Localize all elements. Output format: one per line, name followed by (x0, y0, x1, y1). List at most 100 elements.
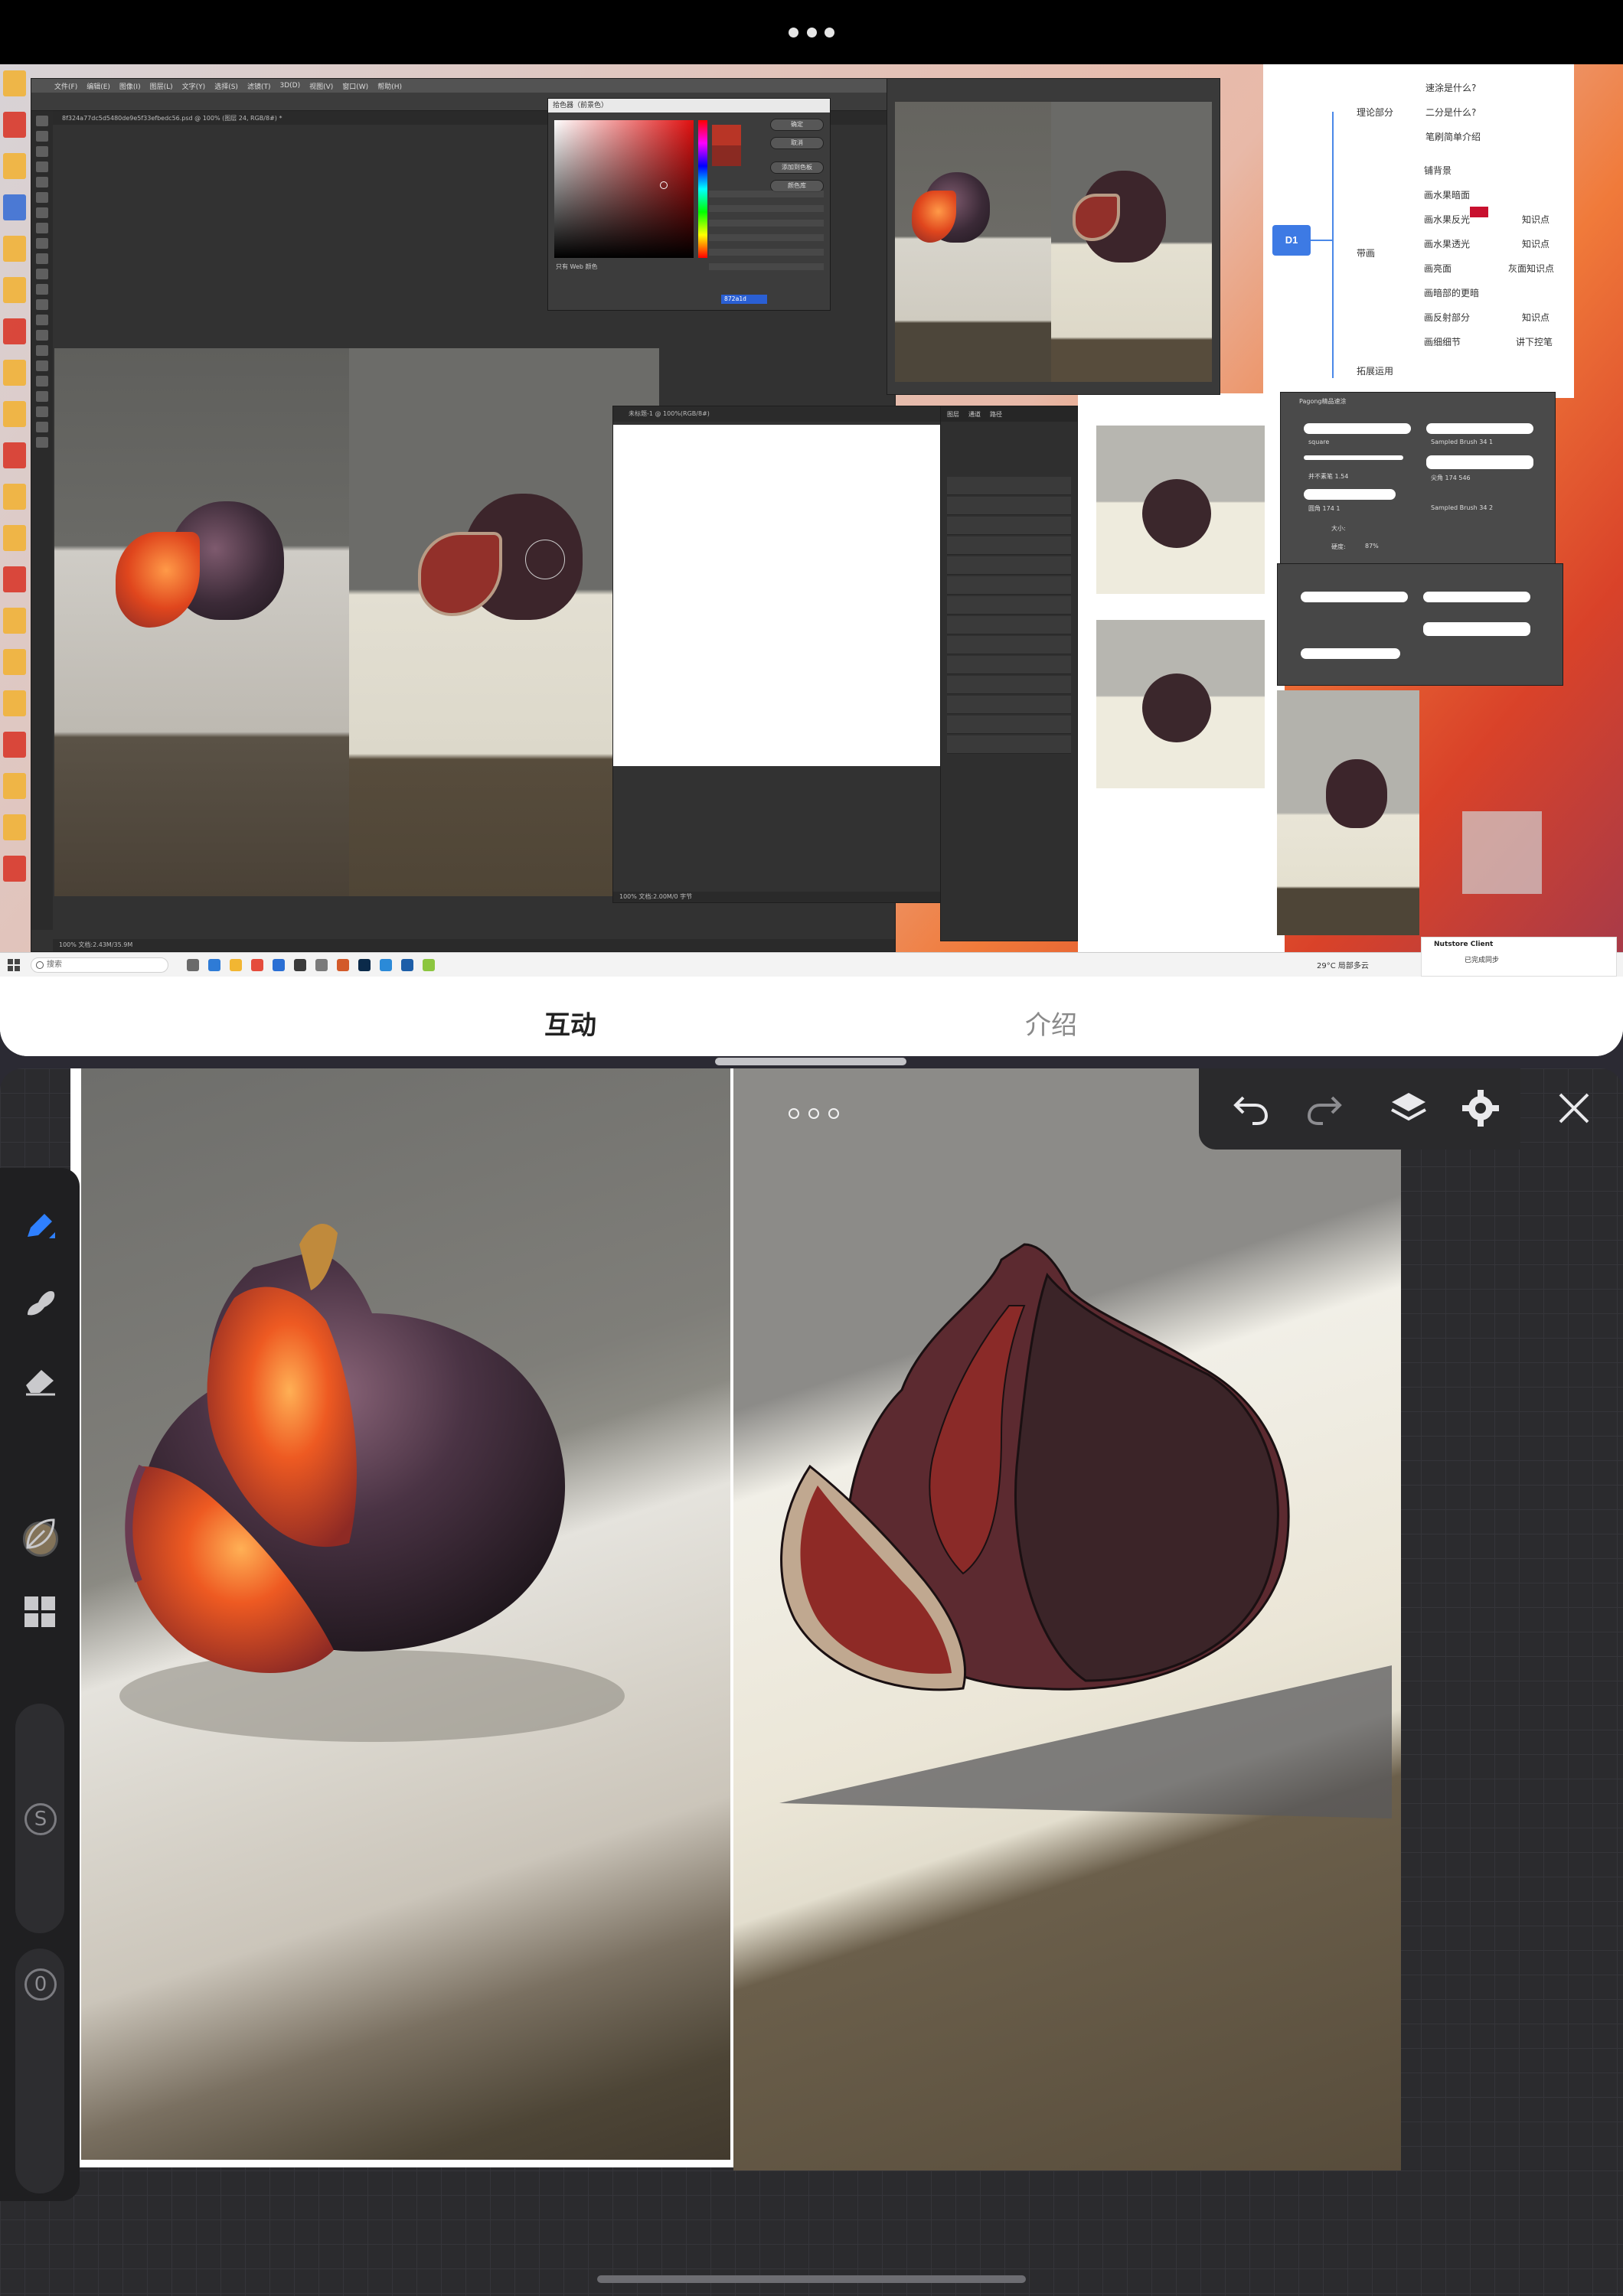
ps-tool-icon[interactable] (36, 177, 48, 188)
ps-tool-icon[interactable] (36, 131, 48, 142)
task-view-icon[interactable] (187, 959, 199, 971)
app-icon[interactable] (273, 959, 285, 971)
mindmap-branch[interactable]: 带画 (1357, 246, 1375, 259)
layer-row[interactable] (947, 536, 1071, 555)
brush-preview[interactable] (1426, 455, 1533, 469)
app-icon[interactable] (337, 959, 349, 971)
menu-item[interactable]: 编辑(E) (87, 81, 110, 91)
layer-row[interactable] (947, 696, 1071, 714)
paths-tab[interactable]: 路径 (990, 410, 1002, 418)
smudge-icon[interactable] (18, 1281, 61, 1324)
color-field[interactable] (554, 120, 694, 258)
menu-item[interactable]: 帮助(H) (377, 81, 402, 91)
ps-tool-icon[interactable] (36, 422, 48, 432)
ps-tool-icon[interactable] (36, 391, 48, 402)
reference-thumbnail[interactable] (1096, 426, 1265, 594)
ps-tool-icon[interactable] (36, 161, 48, 172)
ps-tool-icon[interactable] (36, 315, 48, 325)
mindmap-node[interactable]: 画水果透光 (1424, 237, 1470, 250)
mindmap-node[interactable]: 速涂是什么? (1425, 81, 1476, 94)
taskbar-weather[interactable]: 29°C 局部多云 (1317, 959, 1369, 970)
mindmap-node[interactable]: 画水果反光 (1424, 213, 1470, 226)
ps-tool-icon[interactable] (36, 284, 48, 295)
app-icon[interactable] (380, 959, 392, 971)
brush-preview[interactable] (1301, 648, 1400, 659)
layer-row[interactable] (947, 596, 1071, 615)
more-dots-icon[interactable] (789, 26, 834, 38)
hue-slider[interactable] (698, 120, 707, 258)
layer-row[interactable] (947, 735, 1071, 754)
ps-tool-icon[interactable] (36, 238, 48, 249)
layer-row[interactable] (947, 576, 1071, 595)
opacity-slider[interactable]: 0 (15, 1949, 64, 2193)
painting-canvas[interactable] (733, 1068, 1401, 2170)
explorer-icon[interactable] (230, 959, 242, 971)
mindmap-root[interactable]: D1 (1272, 225, 1311, 256)
layers-tab[interactable]: 图层 (947, 410, 959, 418)
home-indicator[interactable] (597, 2275, 1026, 2283)
grid-icon[interactable] (18, 1590, 61, 1633)
mindmap-node[interactable]: 二分是什么? (1425, 106, 1476, 119)
mindmap-node[interactable]: 铺背景 (1424, 164, 1452, 177)
ps-tool-icon[interactable] (36, 437, 48, 448)
blank-canvas[interactable] (613, 425, 942, 766)
ps-tool-icon[interactable] (36, 269, 48, 279)
menu-item[interactable]: 图像(I) (119, 81, 141, 91)
brush-preview[interactable] (1304, 423, 1411, 434)
mindmap-node[interactable]: 画细细节 (1424, 335, 1461, 348)
brush-preview[interactable] (1426, 423, 1533, 434)
mindmap-node[interactable]: 画反射部分 (1424, 311, 1470, 324)
photoshop-icon[interactable] (358, 959, 371, 971)
layer-row[interactable] (947, 656, 1071, 674)
menu-item[interactable]: 文件(F) (54, 81, 77, 91)
app-icon[interactable] (315, 959, 328, 971)
undo-icon[interactable] (1229, 1087, 1272, 1130)
layer-row[interactable] (947, 556, 1071, 575)
color-field-marker[interactable] (660, 181, 668, 189)
menu-item[interactable]: 3D(D) (279, 82, 300, 90)
gear-icon[interactable] (1459, 1087, 1502, 1130)
ps-tool-icon[interactable] (36, 376, 48, 386)
eraser-icon[interactable] (18, 1359, 61, 1402)
close-icon[interactable] (1553, 1087, 1595, 1130)
mindmap-branch[interactable]: 拓展运用 (1357, 364, 1393, 377)
menu-item[interactable]: 图层(L) (150, 81, 173, 91)
ps-tool-icon[interactable] (36, 299, 48, 310)
menu-item[interactable]: 视图(V) (309, 81, 333, 91)
channels-tab[interactable]: 通道 (968, 410, 981, 418)
add-to-swatches-button[interactable]: 添加到色板 (770, 161, 824, 174)
ok-button[interactable]: 确定 (770, 119, 824, 131)
app-icon[interactable] (423, 959, 435, 971)
nutstore-notification[interactable]: Nutstore Client 已完成同步 (1421, 937, 1617, 977)
layer-row[interactable] (947, 497, 1071, 515)
layer-row[interactable] (947, 517, 1071, 535)
split-view-handle[interactable] (715, 1058, 906, 1065)
ps-tool-icon[interactable] (36, 223, 48, 233)
windows-start-icon[interactable] (8, 959, 20, 971)
taskbar-search[interactable]: 搜索 (31, 957, 168, 973)
mindmap-node[interactable]: 笔刷简单介绍 (1425, 130, 1481, 143)
ps-tool-icon[interactable] (36, 345, 48, 356)
ps-tool-icon[interactable] (36, 406, 48, 417)
mindmap-node[interactable]: 画亮面 (1424, 262, 1452, 275)
brush-preview[interactable] (1301, 592, 1408, 602)
brush-preview[interactable] (1304, 489, 1396, 500)
brush-preview[interactable] (1304, 455, 1403, 460)
menu-item[interactable]: 选择(S) (214, 81, 238, 91)
layer-row[interactable] (947, 716, 1071, 734)
app-icon[interactable] (401, 959, 413, 971)
edge-icon[interactable] (208, 959, 220, 971)
hardness-value[interactable]: 87% (1365, 543, 1379, 550)
ps-tool-icon[interactable] (36, 330, 48, 341)
brush-preview[interactable] (1423, 622, 1530, 636)
ps-tool-icon[interactable] (36, 116, 48, 126)
ps-tool-icon[interactable] (36, 207, 48, 218)
layer-row[interactable] (947, 616, 1071, 634)
layers-icon[interactable] (1387, 1087, 1430, 1130)
menu-item[interactable]: 滤镜(T) (247, 81, 271, 91)
leaf-icon[interactable] (18, 1512, 61, 1555)
mindmap-branch[interactable]: 理论部分 (1357, 106, 1393, 119)
ps-tool-icon[interactable] (36, 146, 48, 157)
canvas-more-icon[interactable] (789, 1108, 839, 1120)
reference-thumbnail[interactable] (1096, 620, 1265, 788)
